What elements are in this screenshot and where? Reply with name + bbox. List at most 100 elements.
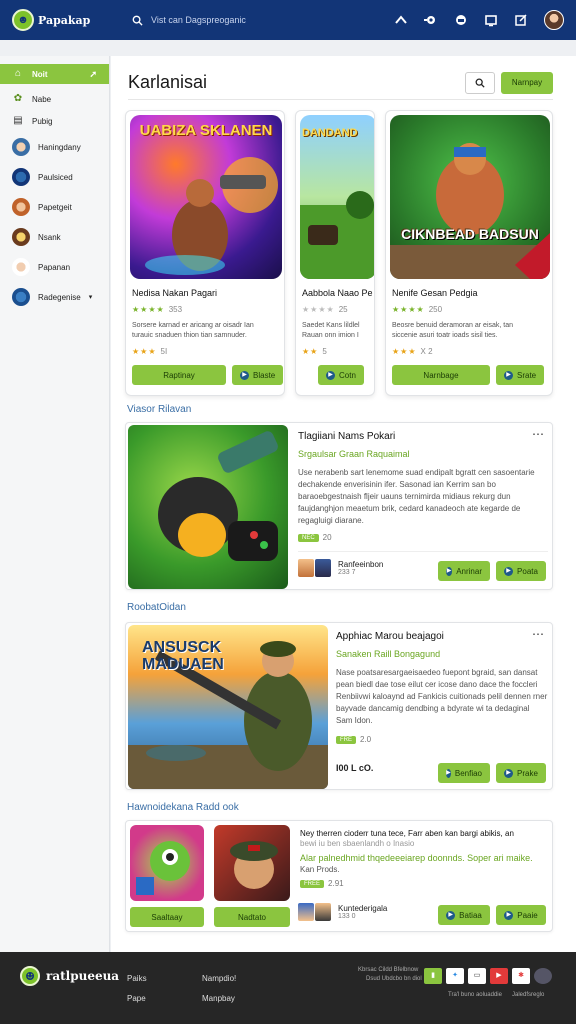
settings-icon[interactable]: ✱ <box>512 968 530 984</box>
developer-avatar <box>298 903 314 921</box>
game-art: ANSUSCK MADUAEN <box>128 625 328 789</box>
play-icon: ▶ <box>504 566 514 576</box>
footer-note: Dsud Ubdcbo bn diol <box>366 976 422 982</box>
sidebar-item-nsank[interactable]: Nsank <box>0 222 109 252</box>
game-list-card[interactable]: ANSUSCK MADUAEN Apphiac Marou beajagoi ⋯… <box>125 622 553 790</box>
game-character-illustration <box>390 143 550 279</box>
sidebar-item-label: Noit <box>32 69 48 79</box>
action-button[interactable]: ▶ Anrinar <box>438 561 490 581</box>
tag-icon[interactable]: ▭ <box>468 968 486 984</box>
rating: FRE 2.0 <box>336 735 371 744</box>
footer-link[interactable]: Pape <box>127 989 147 1009</box>
sidebar-item-papanan[interactable]: Papanan <box>0 252 109 282</box>
rating: ★★★★ 25 <box>302 305 348 314</box>
search-input[interactable]: Vist can Dagspreoganic <box>151 15 246 25</box>
more-options-icon[interactable]: ⋯ <box>532 427 544 441</box>
game-art <box>128 425 288 589</box>
home-icon: ⌂ <box>14 68 22 79</box>
footer-link[interactable]: Nampdio! <box>202 969 236 989</box>
featured-carousel: UABIZA SKLANEN Nedisa Nakan Pagari ★★★★ 3… <box>125 110 553 396</box>
secondary-button[interactable]: ▶ Cotn <box>318 365 364 385</box>
developer-avatar <box>298 559 314 577</box>
chevron-down-icon[interactable]: ▾ <box>89 293 93 301</box>
game-art: UABIZA SKLANEN <box>130 115 282 279</box>
search-button[interactable] <box>465 71 495 94</box>
top-bar: ☻ Papakap Vist can Dagspreoganic <box>0 0 576 40</box>
game-description: Nase poatsaresargaeisaedeo fuepont bgrai… <box>336 668 548 725</box>
gamepad-icon[interactable] <box>394 13 408 27</box>
footer-note: Jaledfsreglo <box>512 992 545 998</box>
sidebar-item-nabe[interactable]: ✿ Nabe <box>0 88 109 110</box>
play-button[interactable]: Narnbage <box>392 365 490 385</box>
game-art: DANDAND <box>300 115 374 279</box>
action-button[interactable]: ▶ Batiaa <box>438 905 490 925</box>
bird-icon[interactable]: ✦ <box>446 968 464 984</box>
rating: ★★★★ 250 <box>392 305 443 314</box>
badge: FREE <box>300 879 325 888</box>
logo-mascot-icon: ☻ <box>20 966 40 986</box>
play-store-icon[interactable]: ▶ <box>490 968 508 984</box>
search-bar[interactable]: Vist can Dagspreoganic <box>132 15 394 26</box>
more-options-icon[interactable]: ⋯ <box>532 627 544 641</box>
play-button[interactable]: Raptinay <box>132 365 226 385</box>
developer-name: Ranfeeinbon <box>338 560 384 569</box>
badge: NEC <box>298 533 319 542</box>
avatar[interactable] <box>534 968 552 984</box>
game-name: Nedisa Nakan Pagari <box>132 288 218 298</box>
featured-card[interactable]: DANDAND Aabbola Naao Pe ★★★★ 25 Saedet Ka… <box>295 110 375 396</box>
play-icon: ▶ <box>504 370 513 380</box>
collapse-arrow-icon[interactable]: ➚ <box>89 69 97 80</box>
footer-logo[interactable]: ☻ ratlpueeua <box>20 966 119 986</box>
play-icon: ▶ <box>446 566 453 576</box>
action-button[interactable]: ▶ Prake <box>496 763 546 783</box>
action-button[interactable]: ▶ Poata <box>496 561 546 581</box>
footer-links: Nampdio! Manpbay <box>202 969 236 1009</box>
footer-link[interactable]: Paiks <box>127 969 147 989</box>
art-title: UABIZA SKLANEN <box>139 122 273 139</box>
secondary-button[interactable]: ▶ Blaste <box>232 365 284 385</box>
play-button[interactable]: Nadtato <box>214 907 290 927</box>
game-character-illustration <box>158 431 278 561</box>
action-button[interactable]: ▶ Benfiao <box>438 763 490 783</box>
game-art: CIKNBEAD BADSUN <box>390 115 550 279</box>
sidebar-item-pubig[interactable]: ▤ Pubig <box>0 110 109 132</box>
sidebar-item-radegenise[interactable]: Radegenise ▾ <box>0 282 109 312</box>
edit-icon[interactable] <box>514 13 528 27</box>
game-list-card[interactable]: Ney therren cioderr tuna tece, Farr aben… <box>125 820 553 932</box>
play-icon: ▶ <box>504 768 514 778</box>
rating: FREE 2.91 <box>300 879 344 888</box>
store-badge-icon[interactable]: ▮ <box>424 968 442 984</box>
play-button[interactable]: Saaltaay <box>130 907 204 927</box>
developer-avatar <box>315 903 331 921</box>
game-subtitle: Alar palnedhmid thqedeeeiarep doonnds. S… <box>300 853 533 863</box>
search-icon <box>475 78 485 88</box>
footer-link[interactable]: Manpbay <box>202 989 236 1009</box>
sidebar-item-papetgeit[interactable]: Papetgeit <box>0 192 109 222</box>
developer-name: I00 L cO. <box>336 763 374 773</box>
game-subtitle-extra: Kan Prods. <box>300 865 340 874</box>
section-heading: Hawnoidekana Radd ook <box>127 802 239 813</box>
plant-icon: ✿ <box>13 93 23 104</box>
controller-icon[interactable] <box>424 13 438 27</box>
avatar <box>12 228 30 246</box>
headset-icon[interactable] <box>454 13 468 27</box>
user-avatar[interactable] <box>544 10 564 30</box>
footer-links: Paiks Pape <box>127 969 147 1009</box>
sidebar-item-paulsiced[interactable]: Paulsiced <box>0 162 109 192</box>
sidebar-item-label: Papetgeit <box>38 202 72 212</box>
featured-card[interactable]: CIKNBEAD BADSUN Nenife Gesan Pedgia ★★★★… <box>385 110 553 396</box>
rating: NEC 20 <box>298 533 332 542</box>
featured-card[interactable]: UABIZA SKLANEN Nedisa Nakan Pagari ★★★★ 3… <box>125 110 285 396</box>
sidebar-item-label: Paulsiced <box>38 172 73 182</box>
action-button[interactable]: ▶ Paaie <box>496 905 546 925</box>
game-thumbnail <box>214 825 290 901</box>
sidebar-item-home[interactable]: ⌂ Noit ➚ <box>0 64 109 84</box>
secondary-button[interactable]: ▶ Srate <box>496 365 545 385</box>
section-heading: RoobatOidan <box>127 602 186 613</box>
game-list-card[interactable]: Tlagiiani Nams Pokari ⋯ Srgaulsar Graan … <box>125 422 553 590</box>
sidebar-item-haningdany[interactable]: Haningdany <box>0 132 109 162</box>
screen-icon[interactable] <box>484 13 498 27</box>
game-landscape-illustration <box>300 191 374 279</box>
primary-button[interactable]: Narnpay <box>501 71 553 94</box>
app-logo[interactable]: ☻ Papakap <box>12 9 132 31</box>
